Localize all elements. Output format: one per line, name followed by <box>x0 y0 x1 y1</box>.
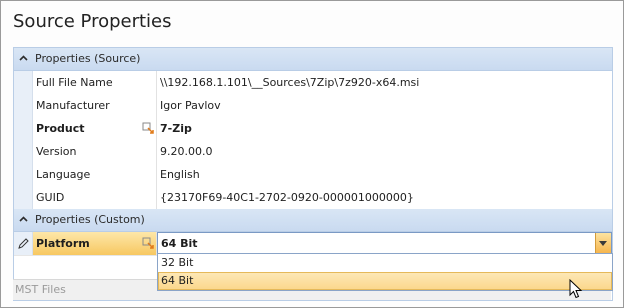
category-properties-source[interactable]: Properties (Source) <box>14 48 612 71</box>
mst-files-label: MST Files <box>15 283 66 296</box>
property-value: 9.20.00.0 <box>160 145 213 158</box>
property-row-guid[interactable]: GUID {23170F69-40C1-2702-0920-0000010000… <box>14 186 612 210</box>
property-value: \\192.168.1.101\__Sources\7Zip\7z920-x64… <box>160 76 420 89</box>
chevron-up-icon[interactable] <box>17 214 29 226</box>
property-name-cell: Platform <box>33 232 157 255</box>
property-name-cell: Product <box>33 117 157 140</box>
row-gutter <box>14 232 33 255</box>
property-name: Manufacturer <box>36 99 110 112</box>
category-label: Properties (Custom) <box>35 213 145 226</box>
property-value-cell[interactable]: English <box>157 163 612 186</box>
override-icon[interactable] <box>142 122 154 134</box>
property-row-manufacturer[interactable]: Manufacturer Igor Pavlov <box>14 94 612 118</box>
category-label: Properties (Source) <box>35 52 141 65</box>
property-name: Language <box>36 168 91 181</box>
row-gutter <box>14 71 33 94</box>
property-name: Version <box>36 145 77 158</box>
property-value-cell[interactable]: 7-Zip <box>157 117 612 140</box>
page-title: Source Properties <box>13 11 172 32</box>
platform-combobox[interactable]: 64 Bit <box>157 232 612 255</box>
category-properties-custom[interactable]: Properties (Custom) <box>14 209 612 232</box>
row-gutter <box>14 117 33 140</box>
property-value-cell[interactable]: \\192.168.1.101\__Sources\7Zip\7z920-x64… <box>157 71 612 94</box>
row-gutter <box>14 94 33 117</box>
property-row-product[interactable]: Product 7-Zip <box>14 117 612 141</box>
property-name: Product <box>36 122 85 135</box>
row-gutter <box>14 186 33 209</box>
property-row-full-file-name[interactable]: Full File Name \\192.168.1.101\__Sources… <box>14 71 612 95</box>
chevron-up-icon[interactable] <box>17 53 29 65</box>
row-gutter <box>14 163 33 186</box>
property-value-cell[interactable]: 9.20.00.0 <box>157 140 612 163</box>
property-row-version[interactable]: Version 9.20.00.0 <box>14 140 612 164</box>
override-icon[interactable] <box>142 237 154 249</box>
mouse-pointer-icon <box>569 278 583 302</box>
dropdown-option-32-bit[interactable]: 32 Bit <box>158 254 612 272</box>
option-label: 64 Bit <box>161 274 194 287</box>
property-value: Igor Pavlov <box>160 99 221 112</box>
property-name: GUID <box>36 191 65 204</box>
property-name-cell: GUID <box>33 186 157 209</box>
combobox-value: 64 Bit <box>161 237 198 250</box>
property-value: 7-Zip <box>160 122 192 135</box>
property-row-language[interactable]: Language English <box>14 163 612 187</box>
property-name-cell: Language <box>33 163 157 186</box>
property-value: English <box>160 168 200 181</box>
property-name-cell: Full File Name <box>33 71 157 94</box>
platform-dropdown-list[interactable]: 32 Bit 64 Bit <box>157 253 613 291</box>
source-properties-window: Source Properties Properties (Source) Fu… <box>0 0 624 308</box>
pencil-icon <box>17 236 29 250</box>
property-value: {23170F69-40C1-2702-0920-000001000000} <box>160 191 414 204</box>
property-value-cell[interactable]: Igor Pavlov <box>157 94 612 117</box>
property-name: Platform <box>36 237 90 250</box>
row-gutter <box>14 140 33 163</box>
property-name-cell: Manufacturer <box>33 94 157 117</box>
property-name: Full File Name <box>36 76 113 89</box>
property-value-cell[interactable]: {23170F69-40C1-2702-0920-000001000000} <box>157 186 612 209</box>
property-name-cell: Version <box>33 140 157 163</box>
dropdown-option-64-bit[interactable]: 64 Bit <box>158 272 612 290</box>
option-label: 32 Bit <box>161 256 194 269</box>
chevron-down-icon[interactable] <box>595 233 611 254</box>
